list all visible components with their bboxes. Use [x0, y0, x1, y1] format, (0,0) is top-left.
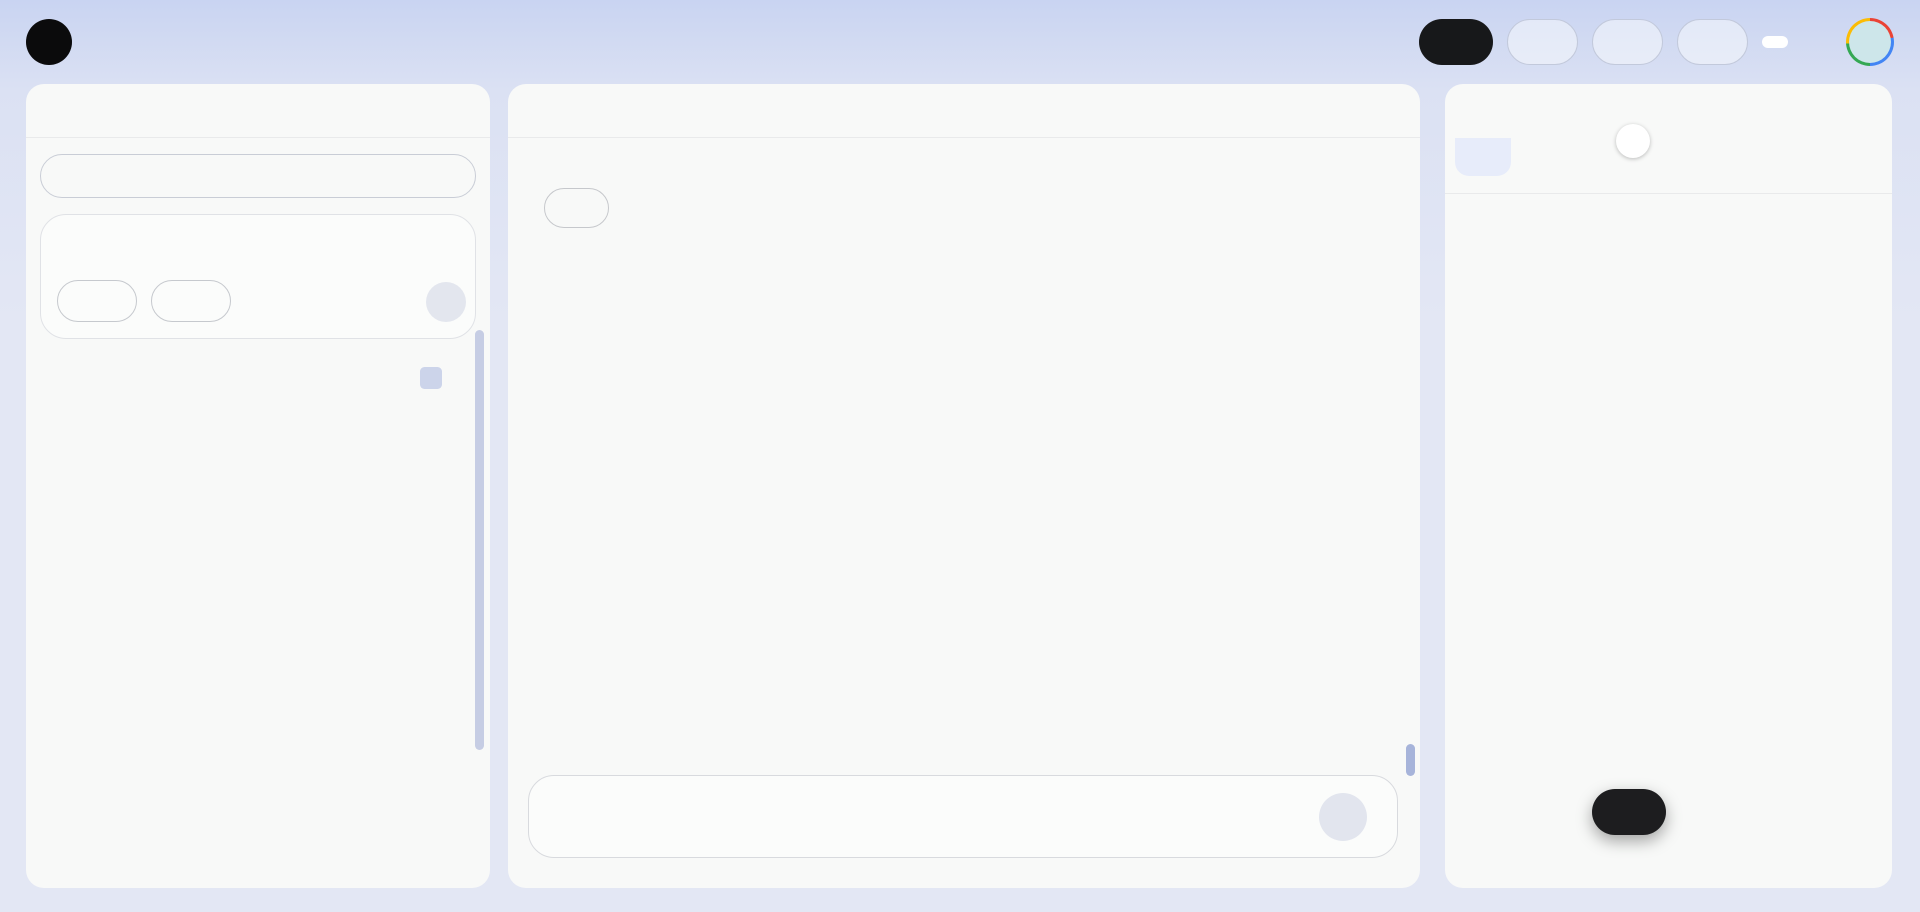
select-all-row — [26, 361, 490, 395]
pro-badge — [1762, 36, 1788, 48]
create-notebook-button[interactable] — [1419, 19, 1493, 65]
user-avatar[interactable] — [1846, 18, 1894, 66]
expand-studio-panel-button[interactable] — [1844, 100, 1866, 122]
web-search-input[interactable] — [99, 233, 455, 255]
arrow-right-icon — [436, 292, 456, 312]
collapse-sources-panel-button[interactable] — [442, 100, 464, 122]
data-table-expand-button[interactable] — [1616, 124, 1650, 158]
thumbs-down-button[interactable] — [755, 197, 778, 220]
apps-grid-button[interactable] — [1802, 27, 1832, 57]
studio-panel-header — [1445, 84, 1892, 138]
notebooklm-logo — [26, 19, 72, 65]
select-all-checkbox[interactable] — [420, 367, 442, 389]
plus-icon — [244, 166, 264, 186]
search-submit-button[interactable] — [426, 282, 466, 322]
chat-settings-button[interactable] — [1324, 100, 1346, 122]
chat-input-bar — [528, 775, 1398, 858]
web-filter-dropdown[interactable] — [57, 280, 137, 322]
message-actions — [544, 188, 1332, 228]
settings-button[interactable] — [1677, 19, 1748, 65]
chat-scrollbar[interactable] — [1406, 744, 1415, 776]
share-button[interactable] — [1592, 19, 1663, 65]
note-icon — [1614, 802, 1634, 822]
plus-icon — [1441, 32, 1461, 52]
save-to-note-button[interactable] — [544, 188, 609, 228]
logo-arcs-icon — [34, 27, 64, 57]
research-sparkle-icon — [166, 291, 186, 311]
chevron-down-icon — [200, 292, 218, 310]
analytics-button[interactable] — [1507, 19, 1578, 65]
chevron-down-icon — [106, 292, 124, 310]
web-search-card — [40, 214, 476, 339]
studio-divider — [1445, 193, 1892, 194]
research-mode-dropdown[interactable] — [151, 280, 231, 322]
thumbs-up-button[interactable] — [702, 197, 725, 220]
sources-scrollbar[interactable] — [475, 330, 484, 750]
add-sources-button[interactable] — [40, 154, 476, 198]
chat-panel-header — [508, 84, 1420, 138]
app-header — [0, 0, 1920, 84]
add-note-button[interactable] — [1592, 789, 1666, 835]
chat-more-options-button[interactable] — [1372, 100, 1394, 122]
check-icon — [424, 371, 439, 386]
share-icon — [1613, 32, 1633, 52]
studio-panel — [1445, 84, 1892, 888]
sources-panel — [26, 84, 490, 888]
header-actions — [1419, 18, 1894, 66]
data-table-card[interactable] — [1455, 138, 1511, 176]
gear-icon — [1698, 32, 1718, 52]
pin-icon — [563, 199, 582, 218]
trending-up-icon — [1528, 32, 1548, 52]
chat-panel — [508, 84, 1420, 888]
sources-panel-header — [26, 84, 490, 138]
copy-button[interactable] — [649, 197, 672, 220]
chevron-right-icon — [1624, 132, 1642, 150]
avatar-robot-image — [1849, 21, 1891, 63]
arrow-right-icon — [1332, 806, 1354, 828]
chat-input[interactable] — [561, 805, 1297, 828]
search-icon — [63, 233, 85, 255]
globe-icon — [72, 291, 92, 311]
send-button[interactable] — [1319, 792, 1367, 841]
